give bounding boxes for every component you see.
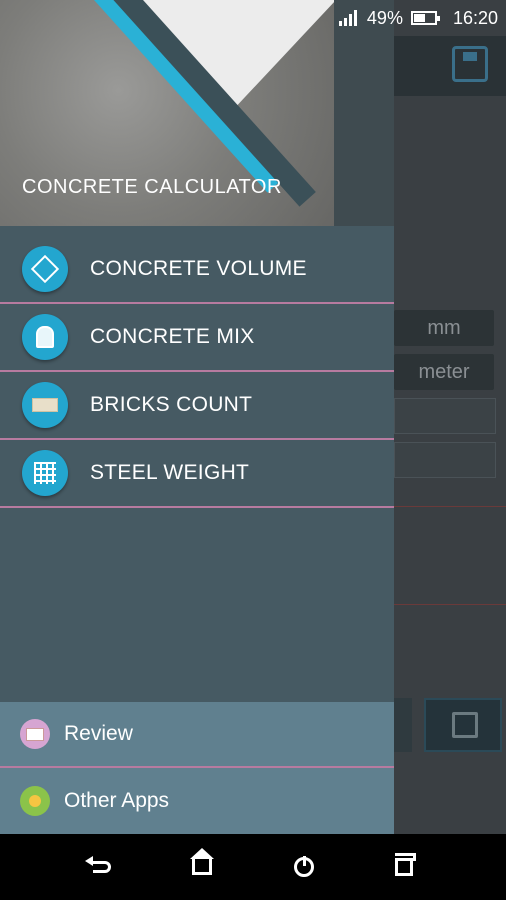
background-toolbar xyxy=(394,36,506,96)
footer-item-review[interactable]: Review xyxy=(0,702,394,768)
background-button[interactable] xyxy=(394,698,412,752)
footer-item-other-apps[interactable]: Other Apps xyxy=(0,768,394,834)
menu-item-label: CONCRETE MIX xyxy=(90,325,255,348)
divider xyxy=(394,506,506,507)
drawer-menu: CONCRETE VOLUME CONCRETE MIX BRICKS COUN… xyxy=(0,236,394,508)
clock: 16:20 xyxy=(452,7,498,28)
menu-item-concrete-mix[interactable]: CONCRETE MIX xyxy=(0,304,394,372)
home-button[interactable] xyxy=(186,848,218,883)
battery-icon xyxy=(410,11,440,25)
menu-item-steel-weight[interactable]: STEEL WEIGHT xyxy=(0,440,394,508)
power-icon xyxy=(294,856,314,877)
system-nav-bar xyxy=(0,834,506,900)
brick-icon xyxy=(22,382,68,428)
app-title: CONCRETE CALCULATOR xyxy=(22,176,282,198)
home-icon xyxy=(190,848,214,875)
status-bar: 49% 16:20 xyxy=(0,0,506,36)
battery-percent: 49% xyxy=(366,7,403,28)
back-icon xyxy=(85,856,111,873)
cube-icon xyxy=(22,246,68,292)
recent-apps-icon xyxy=(395,853,416,876)
footer-item-label: Review xyxy=(64,722,133,745)
menu-item-concrete-volume[interactable]: CONCRETE VOLUME xyxy=(0,236,394,304)
background-input-2[interactable] xyxy=(394,442,496,478)
power-button[interactable] xyxy=(288,851,320,883)
signal-icon xyxy=(338,10,359,26)
unit-select-meter[interactable]: meter xyxy=(394,354,494,390)
background-save-button[interactable] xyxy=(424,698,502,752)
menu-item-label: CONCRETE VOLUME xyxy=(90,257,307,280)
drawer-footer: Review Other Apps xyxy=(0,702,394,834)
menu-item-bricks-count[interactable]: BRICKS COUNT xyxy=(0,372,394,440)
save-icon[interactable] xyxy=(452,46,488,82)
menu-item-label: BRICKS COUNT xyxy=(90,393,253,416)
steel-mesh-icon xyxy=(22,450,68,496)
back-button[interactable] xyxy=(85,851,118,883)
recent-apps-button[interactable] xyxy=(388,851,420,883)
envelope-icon xyxy=(20,719,50,749)
medal-icon xyxy=(20,786,50,816)
mixer-icon xyxy=(22,314,68,360)
navigation-drawer: CONCRETE CALCULATOR CONCRETE VOLUME CONC… xyxy=(0,0,394,834)
divider xyxy=(394,604,506,605)
menu-item-label: STEEL WEIGHT xyxy=(90,461,250,484)
floppy-icon xyxy=(452,712,478,738)
unit-select-mm[interactable]: mm xyxy=(394,310,494,346)
footer-item-label: Other Apps xyxy=(64,789,170,812)
background-input-1[interactable] xyxy=(394,398,496,434)
